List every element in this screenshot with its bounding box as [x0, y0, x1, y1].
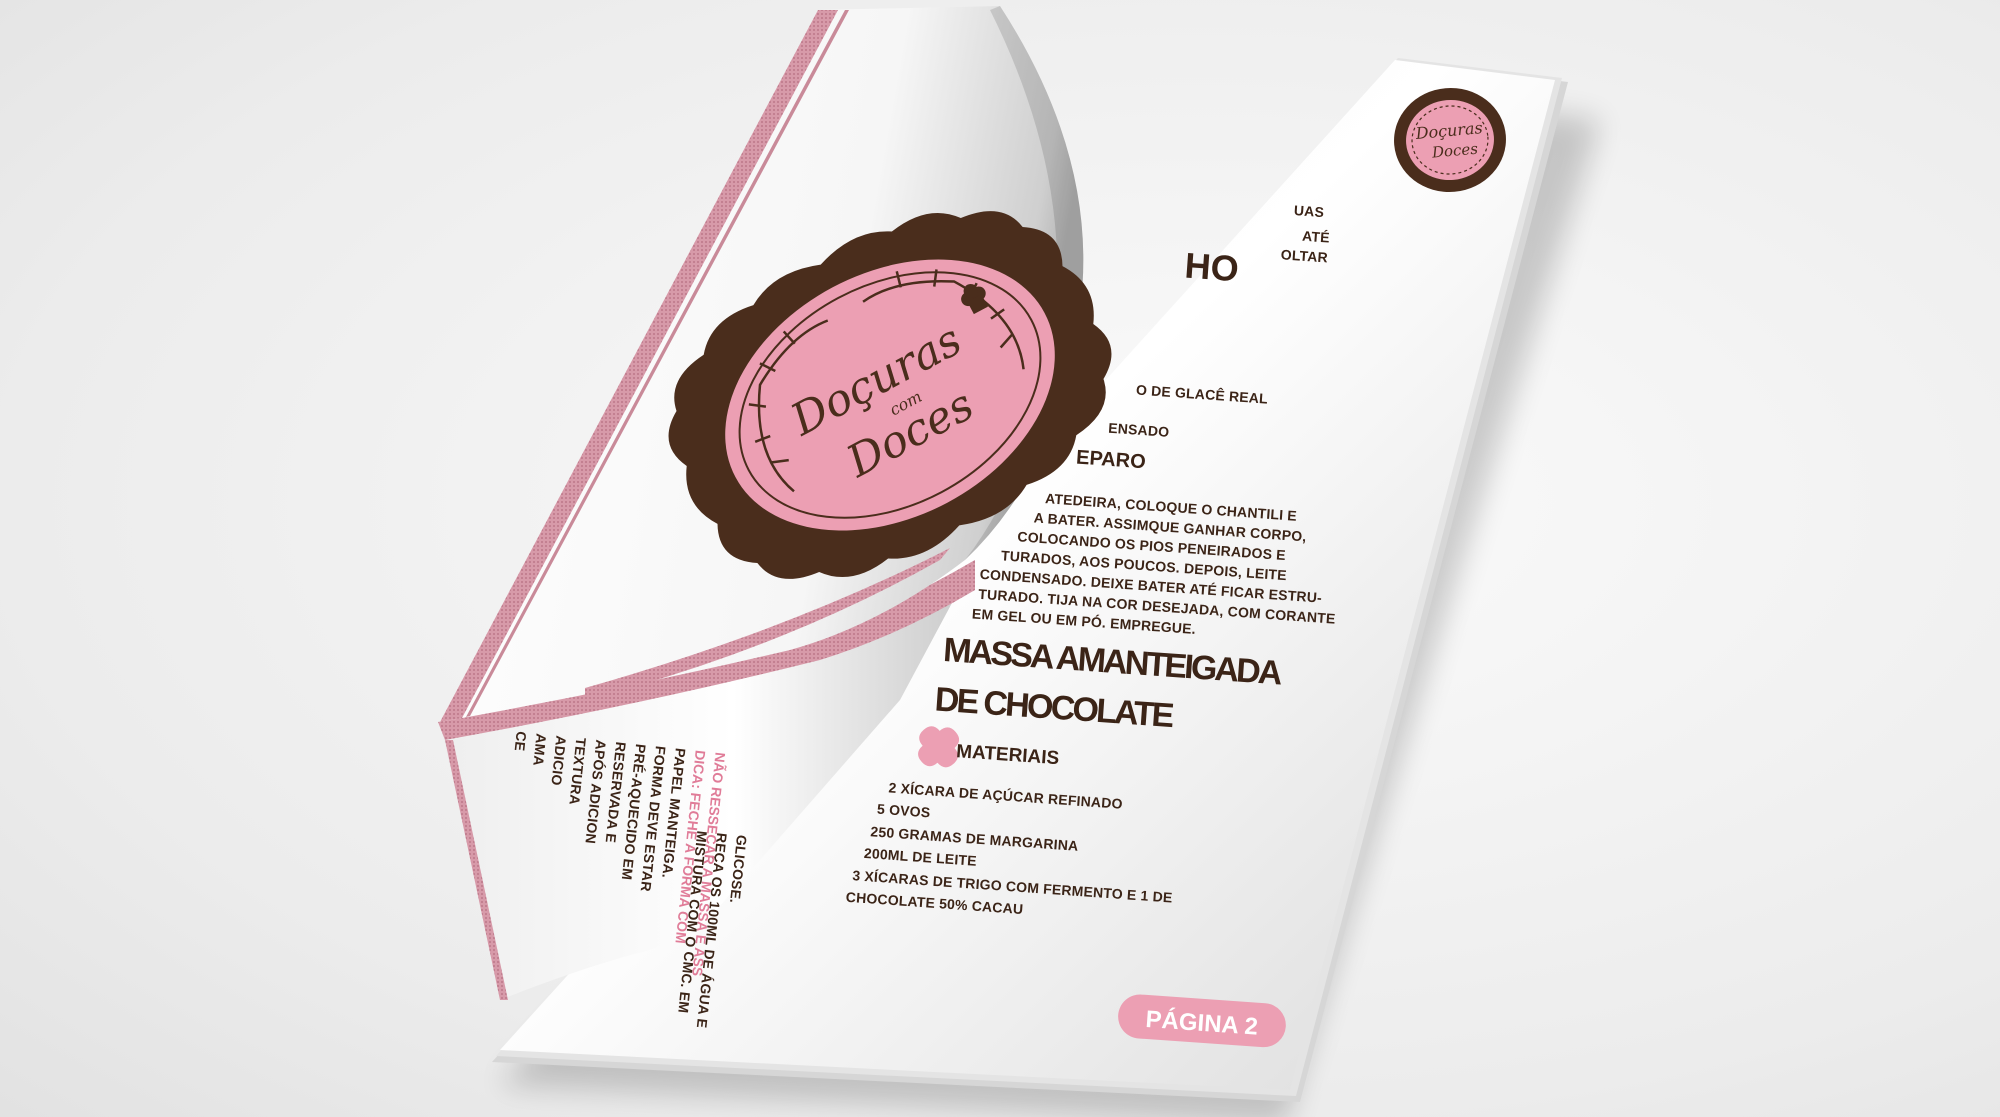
top-right-frag-2: ATÉ: [1302, 228, 1331, 246]
back-line-1: CE: [512, 731, 530, 752]
title-fragment: HO: [1183, 245, 1240, 290]
top-right-frag-1: UAS: [1293, 202, 1324, 220]
scalloped-badge-icon: [918, 726, 960, 768]
magazine-mockup-scene: Doçuras Doces UAS ATÉ OLTAR HO O DE GLAC…: [438, 6, 1600, 1117]
top-right-frag-3: OLTAR: [1280, 246, 1328, 265]
back-line-2: AMA: [530, 733, 549, 767]
